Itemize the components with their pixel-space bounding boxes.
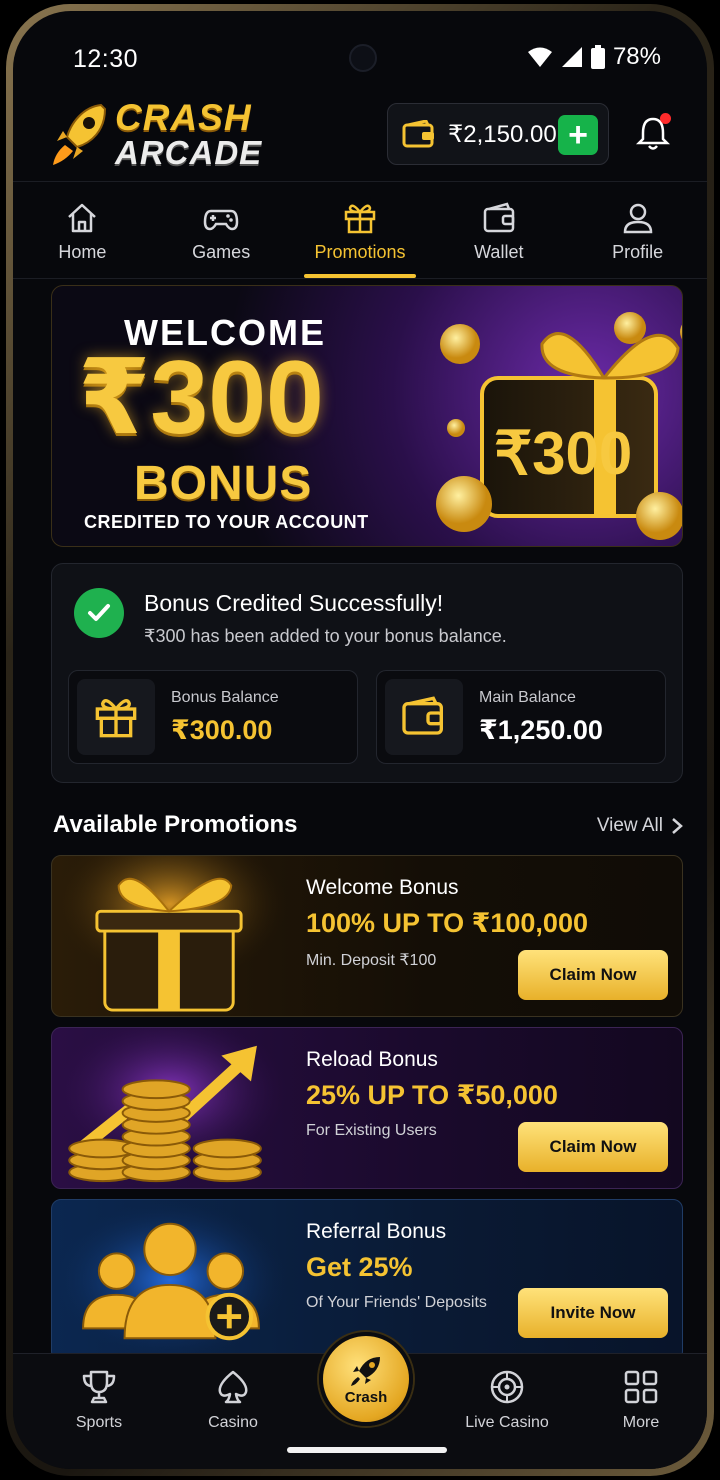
nav-label: Sports <box>75 1414 123 1431</box>
screen: 12:30 78% CRASH ARCADE ₹2,150.00 + Home … <box>13 11 707 1469</box>
wallet-icon <box>483 202 515 233</box>
rocket-logo-icon <box>53 103 107 165</box>
welcome-bonus-banner[interactable]: WELCOME ₹300 BONUS CREDITED TO YOUR ACCO… <box>51 285 683 547</box>
invite-now-button[interactable]: Invite Now <box>518 1288 668 1338</box>
promo-title: Welcome Bonus <box>306 876 459 899</box>
bonus-balance-card: Bonus Balance ₹300.00 <box>68 670 358 764</box>
notifications-button[interactable] <box>633 113 673 153</box>
top-tabs: Home Games Promotions Wallet Profile <box>13 181 707 279</box>
wallet-icon <box>385 679 463 755</box>
tab-promotions[interactable]: Promotions <box>291 182 430 278</box>
nav-label: Live Casino <box>465 1414 549 1431</box>
bonus-balance-value: ₹300.00 <box>171 715 273 745</box>
view-all-label: View All <box>596 815 663 836</box>
nav-more[interactable]: More <box>581 1368 701 1432</box>
tab-label: Promotions <box>314 242 406 262</box>
add-funds-button[interactable]: + <box>558 115 598 155</box>
promotions-heading: Available Promotions <box>53 811 298 838</box>
wallet-balance-pill[interactable]: ₹2,150.00 + <box>387 103 609 165</box>
promo-card-reload[interactable]: Reload Bonus 25% UP TO ₹50,000 For Exist… <box>51 1027 683 1189</box>
phone-frame: 12:30 78% CRASH ARCADE ₹2,150.00 + Home … <box>6 4 714 1476</box>
chevron-right-icon <box>672 818 683 834</box>
home-icon <box>68 203 97 233</box>
success-message: ₹300 has been added to your bonus balanc… <box>144 626 507 646</box>
main-balance-value: ₹1,250.00 <box>479 715 603 745</box>
promo-title: Reload Bonus <box>306 1048 438 1071</box>
grid-icon <box>624 1370 658 1404</box>
nav-crash[interactable]: Crash <box>319 1332 413 1426</box>
trophy-icon <box>82 1370 116 1404</box>
wallet-icon <box>402 120 434 148</box>
promo-subtitle: For Existing Users <box>306 1122 437 1139</box>
bonus-balance-label: Bonus Balance <box>171 689 279 706</box>
nav-label: More <box>622 1414 660 1431</box>
logo-line2: ARCADE <box>115 134 263 171</box>
tab-label: Home <box>58 242 107 262</box>
tab-wallet[interactable]: Wallet <box>429 182 568 278</box>
nav-live-casino[interactable]: Live Casino <box>447 1368 567 1432</box>
signal-icon <box>561 47 582 67</box>
tab-games[interactable]: Games <box>152 182 291 278</box>
gift-icon <box>77 679 155 755</box>
status-time: 12:30 <box>73 45 139 73</box>
claim-now-button[interactable]: Claim Now <box>518 1122 668 1172</box>
tab-home[interactable]: Home <box>13 182 152 278</box>
status-bar: 12:30 78% <box>13 11 707 91</box>
view-all-link[interactable]: View All <box>597 815 683 837</box>
gift-box-illustration: ₹300 <box>436 312 682 540</box>
promo-subtitle: Of Your Friends' Deposits <box>306 1294 487 1311</box>
nav-label: Casino <box>208 1414 258 1431</box>
battery-percent: 78% <box>612 43 661 70</box>
notification-dot <box>660 113 671 124</box>
promo-value: Get 25% <box>306 1252 413 1282</box>
claim-now-button[interactable]: Claim Now <box>518 950 668 1000</box>
gift-box-illustration <box>53 856 287 1016</box>
spade-icon <box>218 1370 248 1404</box>
battery-icon <box>590 45 605 69</box>
home-indicator[interactable] <box>287 1447 447 1453</box>
promo-value: 25% UP TO ₹50,000 <box>306 1080 558 1110</box>
user-icon <box>623 203 652 234</box>
promo-card-welcome[interactable]: Welcome Bonus 100% UP TO ₹100,000 Min. D… <box>51 855 683 1017</box>
tab-label: Wallet <box>474 242 524 262</box>
promo-value: 100% UP TO ₹100,000 <box>306 908 588 938</box>
referral-users-illustration <box>53 1200 287 1360</box>
coin-stack-illustration <box>53 1028 287 1188</box>
wallet-balance: ₹2,150.00 <box>448 120 557 148</box>
logo-line1: CRASH <box>115 97 252 138</box>
promo-title: Referral Bonus <box>306 1220 447 1243</box>
success-title: Bonus Credited Successfully! <box>144 590 444 616</box>
main-balance-label: Main Balance <box>479 689 576 706</box>
wifi-icon <box>527 47 552 67</box>
promo-subtitle: Min. Deposit ₹100 <box>306 952 437 969</box>
nav-label: Crash <box>344 1388 388 1406</box>
roulette-icon <box>490 1370 524 1404</box>
tab-label: Games <box>192 242 251 262</box>
app-header: CRASH ARCADE ₹2,150.00 + <box>13 93 707 177</box>
nav-sports[interactable]: Sports <box>39 1368 159 1432</box>
front-camera <box>349 44 377 72</box>
promotions-header: Available Promotions View All <box>53 811 683 845</box>
hero-bonus: BONUS <box>134 457 313 510</box>
gamepad-icon <box>203 209 239 231</box>
gift-amount: ₹300 <box>494 420 632 487</box>
rocket-icon <box>351 1356 380 1386</box>
app-logo[interactable]: CRASH ARCADE <box>51 99 262 169</box>
gift-icon <box>344 204 376 234</box>
main-balance-card: Main Balance ₹1,250.00 <box>376 670 666 764</box>
check-icon <box>74 588 124 638</box>
hero-amount: ₹300 <box>78 340 324 456</box>
status-icons: 78% <box>527 43 661 71</box>
bonus-success-card: Bonus Credited Successfully! ₹300 has be… <box>51 563 683 783</box>
tab-label: Profile <box>612 242 664 262</box>
nav-casino[interactable]: Casino <box>173 1368 293 1432</box>
hero-subtitle: CREDITED TO YOUR ACCOUNT <box>84 512 369 532</box>
tab-profile[interactable]: Profile <box>568 182 707 278</box>
